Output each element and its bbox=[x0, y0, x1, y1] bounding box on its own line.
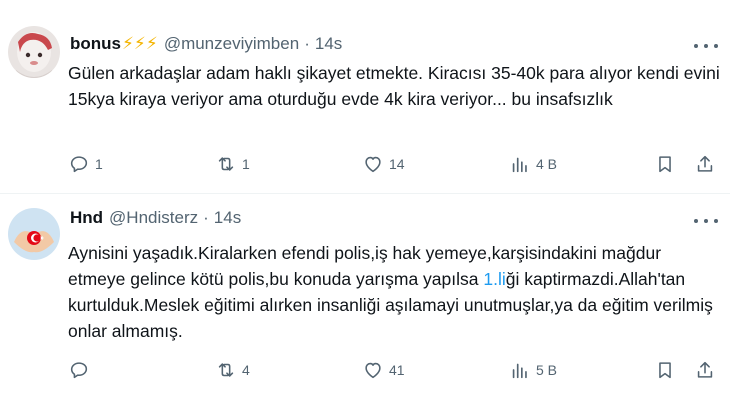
author-name[interactable]: Hnd bbox=[70, 208, 103, 228]
tweet-header: bonus ⚡⚡⚡ @munzeviyimben · 14s bbox=[70, 34, 342, 54]
share-icon bbox=[697, 155, 713, 172]
like-button[interactable]: 41 bbox=[362, 359, 405, 381]
reply-icon bbox=[70, 156, 88, 173]
more-icon[interactable] bbox=[694, 216, 718, 226]
bookmark-button[interactable] bbox=[654, 153, 676, 175]
author-handle[interactable]: @Hndisterz bbox=[109, 208, 198, 228]
share-button[interactable] bbox=[694, 153, 716, 175]
timestamp[interactable]: 14s bbox=[214, 208, 241, 228]
share-icon bbox=[697, 361, 713, 378]
views-button[interactable]: 5 B bbox=[509, 359, 557, 381]
repost-count: 4 bbox=[242, 362, 250, 378]
like-button[interactable]: 14 bbox=[362, 153, 405, 175]
reply-button[interactable]: 1 bbox=[68, 153, 103, 175]
tweet-text: Aynisini yaşadık.Kiralarken efendi polis… bbox=[68, 240, 720, 344]
like-count: 41 bbox=[389, 362, 405, 378]
bookmark-icon bbox=[659, 362, 671, 379]
author-handle[interactable]: @munzeviyimben bbox=[164, 34, 299, 54]
tweet-actions: 1 1 14 4 B bbox=[68, 153, 718, 177]
tweet-text-link[interactable]: 1.li bbox=[483, 269, 505, 289]
views-icon bbox=[512, 157, 527, 173]
repost-count: 1 bbox=[242, 156, 250, 172]
views-count: 4 B bbox=[536, 156, 558, 172]
bookmark-icon bbox=[659, 156, 671, 173]
repost-icon bbox=[218, 363, 234, 377]
tweet-text: Gülen arkadaşlar adam haklı şikayet etme… bbox=[68, 63, 720, 109]
timestamp[interactable]: 14s bbox=[315, 34, 342, 54]
author-name[interactable]: bonus bbox=[70, 34, 121, 54]
reply-button[interactable] bbox=[68, 359, 95, 381]
like-count: 14 bbox=[389, 156, 405, 172]
reply-count: 1 bbox=[95, 156, 103, 172]
heart-icon bbox=[365, 156, 381, 173]
repost-icon bbox=[218, 157, 234, 171]
name-badges: ⚡⚡⚡ bbox=[122, 34, 158, 53]
separator-dot: · bbox=[304, 34, 310, 53]
views-button[interactable]: 4 B bbox=[509, 153, 557, 175]
share-button[interactable] bbox=[694, 359, 716, 381]
heart-icon bbox=[365, 362, 381, 379]
avatar-image bbox=[8, 26, 60, 78]
avatar-image bbox=[8, 208, 60, 260]
reply-icon bbox=[70, 362, 88, 379]
bookmark-button[interactable] bbox=[654, 359, 676, 381]
views-icon bbox=[512, 363, 527, 379]
avatar[interactable] bbox=[8, 26, 60, 78]
tweet-header: Hnd @Hndisterz · 14s bbox=[70, 208, 241, 228]
views-count: 5 B bbox=[536, 362, 558, 378]
tweet[interactable]: bonus ⚡⚡⚡ @munzeviyimben · 14s Gülen ark… bbox=[0, 0, 730, 194]
separator-dot: · bbox=[203, 208, 209, 227]
tweet[interactable]: Hnd @Hndisterz · 14s Aynisini yaşadık.Ki… bbox=[0, 196, 730, 420]
repost-button[interactable]: 4 bbox=[215, 359, 250, 381]
more-icon[interactable] bbox=[694, 41, 718, 51]
repost-button[interactable]: 1 bbox=[215, 153, 250, 175]
tweet-actions: 4 41 5 B bbox=[68, 359, 718, 383]
avatar[interactable] bbox=[8, 208, 60, 260]
